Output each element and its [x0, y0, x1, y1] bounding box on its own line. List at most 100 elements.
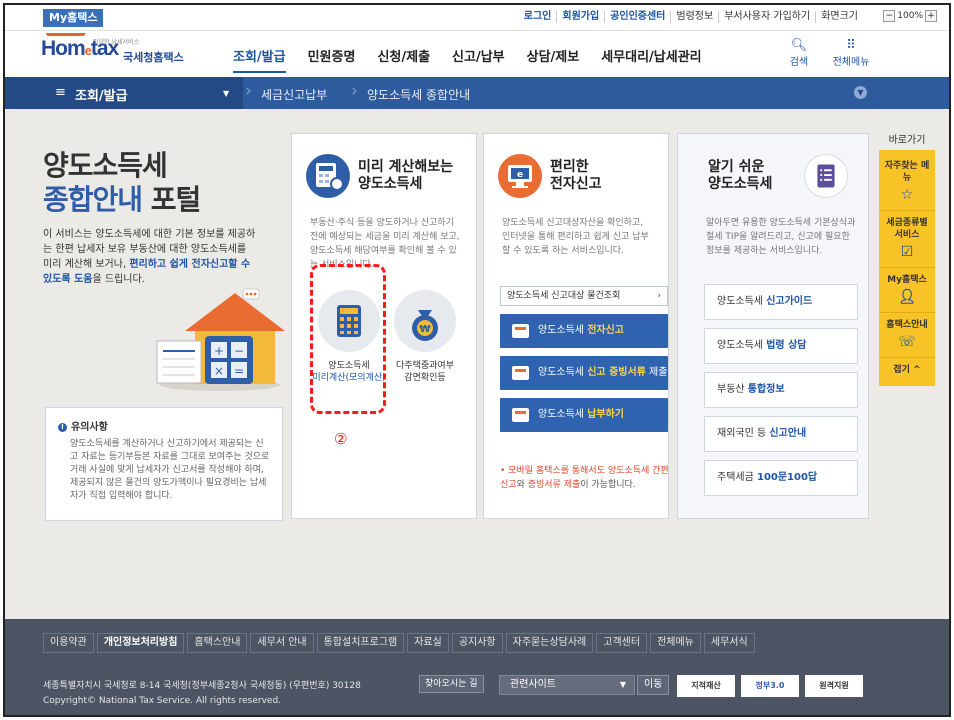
search-label: 검색: [789, 57, 809, 68]
svg-text:×: ×: [214, 364, 224, 378]
multi-home-label-1: 다주택중과여부: [396, 361, 454, 371]
page-title-highlight: 종합안내: [43, 183, 143, 216]
footer-archive[interactable]: 자료실: [407, 633, 449, 653]
footer-tax-forms[interactable]: 세무서식: [703, 633, 755, 653]
breadcrumb-menu-label: 조회/발급: [75, 89, 128, 104]
svg-text:+: +: [214, 344, 224, 358]
guide-card-header: 알기 쉬운 양도소득세: [708, 154, 849, 198]
ip-banner[interactable]: 지적재산: [677, 675, 735, 697]
footer-terms[interactable]: 이용약관: [43, 633, 94, 653]
tax-payment-button[interactable]: 양도소득세 납부하기: [500, 398, 668, 432]
dropdown-arrow-icon: ▼: [223, 89, 230, 98]
quick-favorite-menu[interactable]: 자주찾는 메뉴 ☆: [879, 154, 935, 211]
guide-link-real-estate-info[interactable]: 부동산 통합정보: [704, 372, 858, 408]
quick-menu-collapse-button[interactable]: 접기 ^: [879, 358, 935, 382]
quick-menu: 바로가기 자주찾는 메뉴 ☆ 세금종류별 서비스 ☑ My홈택스 👤︎ 홈택스안내 ☏ …: [879, 131, 935, 386]
nav-inquiry-issue[interactable]: 조회/발급: [233, 46, 286, 73]
quick-my-hometax[interactable]: My홈택스 👤︎: [879, 268, 935, 313]
screen-size-label: 화면크기: [821, 11, 858, 22]
monitor-icon: e: [498, 154, 542, 198]
zoom-in-button[interactable]: +: [925, 10, 937, 22]
footer-customer-center[interactable]: 고객센터: [596, 633, 648, 653]
login-link[interactable]: 로그인: [519, 11, 558, 23]
footer-privacy[interactable]: 개인정보처리방침: [96, 633, 185, 653]
breadcrumb-bar: ≡ 조회/발급 ▼ › 세금신고납부 › 양도소득세 종합안내 ▼: [5, 77, 949, 109]
notice-title: ! 유의사항: [58, 418, 270, 433]
e-filing-card-description: 양도소득세 신고대상자산을 확인하고, 인터넷을 통해 편리하고 쉽게 신고 납…: [502, 218, 649, 256]
nav-civil-certificate[interactable]: 민원증명: [308, 46, 356, 73]
footer-install-program[interactable]: 통합설치프로그램: [316, 633, 405, 653]
svg-text:e: e: [517, 170, 523, 180]
law-info-link[interactable]: 범령정보: [671, 11, 720, 23]
directions-button[interactable]: 찾아오시는 길: [419, 675, 484, 693]
global-nav: 조회/발급 민원증명 신청/제출 신고/납부 상담/제보 세무대리/납세관리: [233, 46, 724, 73]
related-sites-select[interactable]: 관련사이트 ▼: [499, 675, 635, 695]
main-content: 양도소득세 종합안내 포털 이 서비스는 양도소득세에 대한 기본 정보를 제공…: [5, 109, 949, 619]
footer-notice[interactable]: 공지사항: [451, 633, 503, 653]
footer-tax-office[interactable]: 세무서 안내: [250, 633, 314, 653]
browser-frame: My홈택스 로그인 회원가입 공인인증센터 범령정보 부서사용자 가입하기 화면…: [3, 3, 951, 717]
chevron-right-icon: ›: [245, 81, 252, 101]
checklist-icon: [804, 154, 849, 198]
dashed-highlight-box: [310, 264, 386, 414]
footer-all-menu[interactable]: 전체메뉴: [650, 633, 701, 653]
page-title-rest: 포털: [142, 183, 202, 216]
svg-text:=: =: [234, 364, 244, 378]
guide-link-report-guide[interactable]: 양도소득세 신고가이드: [704, 284, 858, 320]
remote-support-banner[interactable]: 원격지원: [805, 675, 863, 697]
nav-tax-agent[interactable]: 세무대리/납세관리: [601, 46, 701, 73]
calc-card-header: 미리 계산해보는 양도소득세: [306, 154, 453, 198]
go-button[interactable]: 이동: [637, 675, 670, 695]
quick-hometax-guide[interactable]: 홈택스안내 ☏: [879, 313, 935, 358]
guide-card-description: 알아두면 유용한 양도소득세 기본상식과 절세 TIP을 알려드리고, 신고에 …: [706, 218, 856, 256]
e-filing-card-title-2: 전자신고: [550, 176, 602, 192]
multi-home-label-2: 감면확인등: [404, 373, 446, 383]
footer-faq-cases[interactable]: 자주묻는상담사례: [505, 633, 594, 653]
zoom-out-button[interactable]: −: [883, 10, 896, 22]
taxable-asset-lookup-link[interactable]: 양도소득세 신고대상 물건조회 ›: [500, 286, 668, 306]
guide-link-housing-faq[interactable]: 주택세금 100문100답: [704, 460, 858, 496]
zoom-control: − 100% +: [881, 10, 939, 22]
nav-report-pay[interactable]: 신고/납부: [452, 46, 505, 73]
cert-center-link[interactable]: 공인인증센터: [605, 11, 672, 23]
svg-text:−: −: [234, 344, 244, 358]
quick-tax-service[interactable]: 세금종류별 서비스 ☑: [879, 211, 935, 268]
all-menu-button[interactable]: ⠿ 전체메뉴: [827, 38, 875, 69]
grid-menu-icon: ⠿: [846, 38, 856, 53]
breadcrumb-tax-report[interactable]: 세금신고납부: [261, 86, 327, 103]
guide-card-title-1: 알기 쉬운: [708, 159, 765, 175]
nav-apply-submit[interactable]: 신청/제출: [377, 46, 430, 73]
breadcrumb-transfer-tax[interactable]: 양도소득세 종합안내: [367, 86, 470, 103]
headset-icon: ☏: [898, 334, 916, 350]
dept-user-signup-link[interactable]: 부서사용자 가입하기: [719, 11, 817, 23]
main-header: 안녕한 납세서비스 Hometax 국세청홈택스 조회/발급 민원증명 신청/제…: [5, 31, 949, 77]
hometax-logo[interactable]: 안녕한 납세서비스 Hometax 국세청홈택스: [40, 33, 201, 71]
utility-links: 로그인 회원가입 공인인증센터 범령정보 부서사용자 가입하기 화면크기: [519, 11, 863, 23]
e-filing-card-header: e 편리한 전자신고: [498, 154, 602, 198]
signup-link[interactable]: 회원가입: [557, 11, 606, 23]
gov30-banner[interactable]: 정부3.0: [741, 675, 799, 697]
search-button[interactable]: 🔍︎ 검색: [779, 38, 819, 69]
guide-link-overseas[interactable]: 재외국민 등 신고안내: [704, 416, 858, 452]
page-description: 이 서비스는 양도소득세에 대한 기본 정보를 제공하는 한편 납세자 보유 부…: [43, 229, 256, 285]
footer-hometax-guide[interactable]: 홈택스안내: [187, 633, 248, 653]
page-title: 양도소득세 종합안내 포털: [43, 149, 202, 217]
submit-documents-button[interactable]: 양도소득세 신고 증빙서류 제출: [500, 356, 668, 390]
my-hometax-link[interactable]: My홈택스: [43, 9, 104, 27]
breadcrumb-menu-dropdown[interactable]: ≡ 조회/발급 ▼: [5, 77, 243, 109]
calc-card-title-2: 양도소득세: [358, 176, 423, 192]
expand-toggle-icon[interactable]: ▼: [854, 86, 867, 99]
star-icon: ☆: [900, 187, 914, 203]
hamburger-icon: ≡: [55, 85, 66, 100]
search-icon: 🔍︎: [790, 38, 808, 53]
notice-body: 양도소득세를 계산하거나 신고하기에서 제공되는 신고 자료는 등기부등본 자료…: [70, 439, 270, 501]
nav-consult-report[interactable]: 상담/제보: [527, 46, 580, 73]
user-icon: 👤︎: [898, 289, 916, 305]
multi-home-check-button[interactable]: ₩ 다주택중과여부감면확인등: [386, 290, 464, 384]
utility-bar: My홈택스 로그인 회원가입 공인인증센터 범령정보 부서사용자 가입하기 화면…: [5, 5, 949, 31]
guide-link-law-consult[interactable]: 양도소득세 법령 상담: [704, 328, 858, 364]
mobile-note: • 모바일 홈택스를 통해서도 양도소득세 간편신고와 증빙서류 제출이 가능합…: [500, 466, 669, 490]
house-calculator-illustration: + − × =: [156, 288, 285, 391]
svg-text:₩: ₩: [419, 324, 430, 335]
e-filing-button[interactable]: 양도소득세 전자신고: [500, 314, 668, 348]
